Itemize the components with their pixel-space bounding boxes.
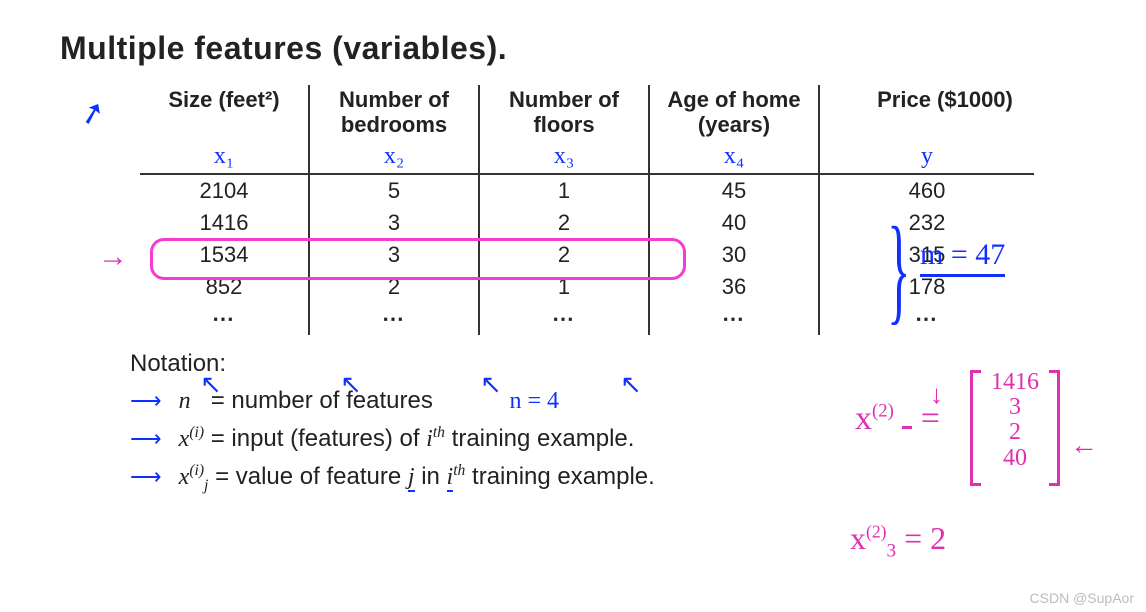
var-x1: x₁ bbox=[140, 140, 309, 174]
col-header-age: Age of home(years) bbox=[649, 85, 819, 140]
table-row: 2104 5 1 45 460 bbox=[140, 174, 1034, 207]
xij-symbol: x(i)j bbox=[179, 464, 209, 490]
cell: 45 bbox=[649, 174, 819, 207]
cell: 30 bbox=[649, 239, 819, 271]
ellipsis: ⋯ bbox=[479, 303, 649, 335]
ellipsis-row: ⋯ ⋯ ⋯ ⋯ ⋯ bbox=[140, 303, 1034, 335]
ellipsis: ⋯ bbox=[309, 303, 479, 335]
cell: 2 bbox=[309, 271, 479, 303]
data-table: Size (feet²) Number ofbedrooms Number of… bbox=[140, 85, 1034, 335]
cell: 852 bbox=[140, 271, 309, 303]
cell: 1 bbox=[479, 174, 649, 207]
xij-def-f: training example. bbox=[465, 463, 654, 490]
slide-title: Multiple features (variables). bbox=[60, 30, 1086, 67]
var-x2: x₂ bbox=[309, 140, 479, 174]
col-header-floors: Number offloors bbox=[479, 85, 649, 140]
xij-def-b: j bbox=[408, 464, 415, 492]
cell: 232 bbox=[819, 207, 1034, 239]
variable-row: x₁ x₂ x₃ x₄ y bbox=[140, 140, 1034, 174]
cell: 1534 bbox=[140, 239, 309, 271]
ellipsis: ⋯ bbox=[140, 303, 309, 335]
watermark: CSDN @SupAor bbox=[1030, 590, 1134, 606]
xi-def-c: th bbox=[433, 424, 445, 441]
n-symbol: n bbox=[179, 388, 191, 414]
xi-def-b: i bbox=[426, 426, 433, 452]
cell: 460 bbox=[819, 174, 1034, 207]
col-header-price: Price ($1000) bbox=[819, 85, 1034, 140]
cell: 36 bbox=[649, 271, 819, 303]
n-def: = number of features bbox=[211, 387, 433, 414]
arrow-icon: ⟶ bbox=[130, 422, 166, 456]
table-row: 852 2 1 36 178 bbox=[140, 271, 1034, 303]
var-x4: x₄ bbox=[649, 140, 819, 174]
ellipsis: ⋯ bbox=[649, 303, 819, 335]
cell: 2 bbox=[479, 207, 649, 239]
n-equals-annot: n = 4 bbox=[510, 388, 560, 414]
xij-def-c: in bbox=[415, 463, 447, 490]
cell: 40 bbox=[649, 207, 819, 239]
arrow-icon: ⟶ bbox=[130, 384, 166, 418]
notation-n: ⟶ n = number of features n = 4 bbox=[130, 382, 1086, 420]
notation-xi: ⟶ x(i) = input (features) of ith trainin… bbox=[130, 420, 1086, 458]
notation-block: Notation: ⟶ n = number of features n = 4… bbox=[130, 345, 1086, 499]
cell: 2 bbox=[479, 239, 649, 271]
cell: 3 bbox=[309, 207, 479, 239]
cell: 1416 bbox=[140, 207, 309, 239]
notation-heading: Notation: bbox=[130, 345, 1086, 382]
cell: 5 bbox=[309, 174, 479, 207]
notation-xij: ⟶ x(i)j = value of feature j in ith trai… bbox=[130, 458, 1086, 498]
arrow-icon: ⟶ bbox=[130, 460, 166, 494]
cell: 1 bbox=[479, 271, 649, 303]
ellipsis: ⋯ bbox=[819, 303, 1034, 335]
xij-def-a: = value of feature bbox=[215, 463, 408, 490]
cell: 178 bbox=[819, 271, 1034, 303]
col-header-bedrooms: Number ofbedrooms bbox=[309, 85, 479, 140]
cell: 3 bbox=[309, 239, 479, 271]
cell: 2104 bbox=[140, 174, 309, 207]
var-x3: x₃ bbox=[479, 140, 649, 174]
xi-def-a: = input (features) of bbox=[211, 425, 426, 452]
var-y: y bbox=[819, 140, 1034, 174]
header-row-1: Size (feet²) Number ofbedrooms Number of… bbox=[140, 85, 1034, 140]
cell: 315 bbox=[819, 239, 1034, 271]
xi-symbol: x(i) bbox=[179, 426, 204, 452]
col-header-size: Size (feet²) bbox=[140, 85, 309, 140]
table-row: 1534 3 2 30 315 bbox=[140, 239, 1034, 271]
xi-def-d: training example. bbox=[445, 425, 634, 452]
xij-def-e: th bbox=[453, 462, 465, 479]
table-row: 1416 3 2 40 232 bbox=[140, 207, 1034, 239]
